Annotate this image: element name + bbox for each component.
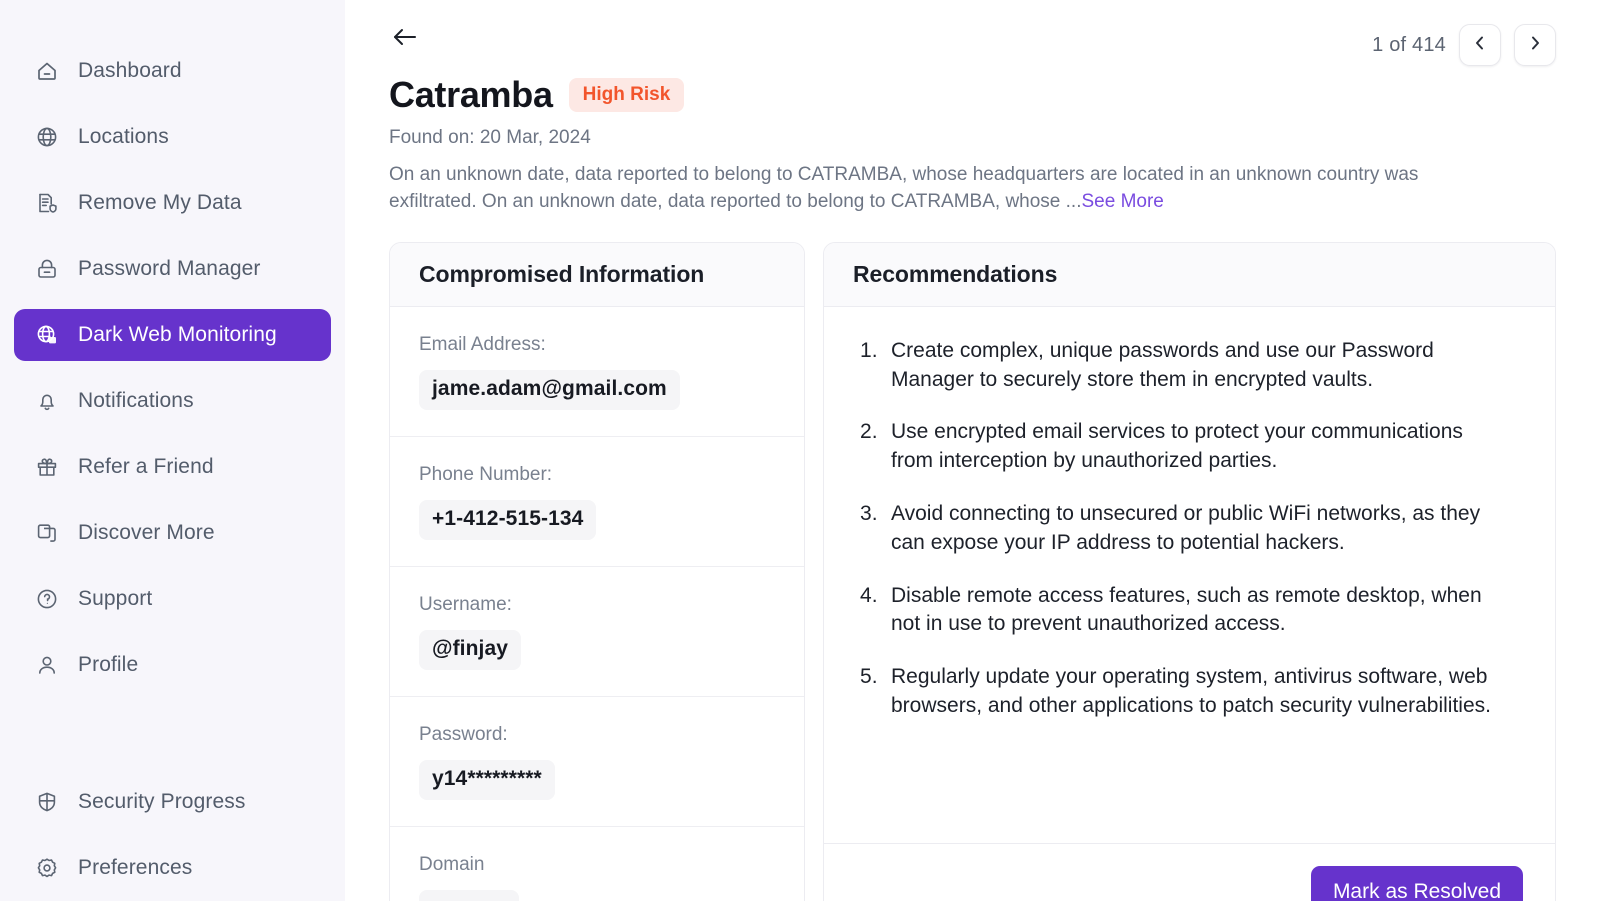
user-icon: [34, 652, 60, 678]
list-item: Email Address: jame.adam@gmail.com: [390, 307, 804, 437]
lock-icon: [34, 256, 60, 282]
list-item: Avoid connecting to unsecured or public …: [854, 500, 1494, 558]
copy-icon: [34, 520, 60, 546]
help-circle-icon: [34, 586, 60, 612]
sidebar-item-remove-my-data[interactable]: Remove My Data: [14, 177, 331, 229]
content-topbar: 1 of 414: [389, 22, 1556, 68]
sidebar-item-discover-more[interactable]: Discover More: [14, 507, 331, 559]
sidebar-spacer: [0, 698, 345, 769]
sidebar-item-locations[interactable]: Locations: [14, 111, 331, 163]
recommendations-body: Create complex, unique passwords and use…: [824, 307, 1555, 843]
list-item: Domain: [390, 827, 804, 901]
sidebar-primary-nav: Dashboard Locations: [0, 38, 345, 698]
sidebar-item-dark-web-monitoring[interactable]: Dark Web Monitoring: [14, 309, 331, 361]
list-item: Use encrypted email services to protect …: [854, 418, 1494, 476]
bell-icon: [34, 388, 60, 414]
detail-panels: Compromised Information Email Address: j…: [389, 242, 1556, 901]
home-icon: [34, 58, 60, 84]
list-item: Password: y14*********: [390, 697, 804, 827]
pagination: 1 of 414: [1372, 22, 1556, 66]
sidebar-item-password-manager[interactable]: Password Manager: [14, 243, 331, 295]
panel-title: Compromised Information: [419, 261, 704, 288]
sidebar-item-dashboard[interactable]: Dashboard: [14, 45, 331, 97]
sidebar-item-preferences[interactable]: Preferences: [14, 842, 331, 894]
sidebar-item-notifications[interactable]: Notifications: [14, 375, 331, 427]
recommendations-footer: Mark as Resolved: [824, 843, 1555, 901]
field-label: Password:: [419, 724, 775, 746]
field-label: Username:: [419, 594, 775, 616]
breach-description-text: On an unknown date, data reported to bel…: [389, 164, 1418, 212]
field-value[interactable]: [419, 890, 519, 901]
mark-as-resolved-button[interactable]: Mark as Resolved: [1311, 866, 1523, 901]
found-on-date: Found on: 20 Mar, 2024: [389, 127, 1556, 149]
pagination-count: 1 of 414: [1372, 34, 1446, 57]
back-button[interactable]: [389, 22, 427, 56]
sidebar-item-profile[interactable]: Profile: [14, 639, 331, 691]
sidebar-secondary-nav: Security Progress Preferences: [0, 769, 345, 901]
breach-title-row: Catramba High Risk: [389, 74, 1556, 116]
sidebar-item-refer-a-friend[interactable]: Refer a Friend: [14, 441, 331, 493]
sidebar-item-label: Preferences: [78, 856, 192, 880]
globe-icon: [34, 124, 60, 150]
panel-header: Compromised Information: [390, 243, 804, 307]
field-label: Domain: [419, 854, 775, 876]
chevron-right-icon: [1527, 35, 1543, 56]
sidebar-item-label: Security Progress: [78, 790, 245, 814]
field-value[interactable]: jame.adam@gmail.com: [419, 370, 680, 410]
list-item: Username: @finjay: [390, 567, 804, 697]
panel-title: Recommendations: [853, 261, 1057, 288]
field-value[interactable]: @finjay: [419, 630, 521, 670]
file-shield-icon: [34, 190, 60, 216]
sidebar-item-label: Profile: [78, 653, 138, 677]
sidebar-item-support[interactable]: Support: [14, 573, 331, 625]
pagination-next-button[interactable]: [1514, 24, 1556, 66]
list-item: Regularly update your operating system, …: [854, 663, 1494, 721]
recommendations-list: Create complex, unique passwords and use…: [824, 307, 1555, 721]
sidebar-item-label: Notifications: [78, 389, 194, 413]
sidebar-item-label: Dark Web Monitoring: [78, 323, 277, 347]
dark-web-icon: [34, 322, 60, 348]
breach-description: On an unknown date, data reported to bel…: [389, 162, 1481, 216]
field-label: Email Address:: [419, 334, 775, 356]
list-item: Disable remote access features, such as …: [854, 582, 1494, 640]
chevron-left-icon: [1472, 35, 1488, 56]
recommendations-panel: Recommendations Create complex, unique p…: [823, 242, 1556, 901]
field-value[interactable]: +1-412-515-134: [419, 500, 596, 540]
gear-icon: [34, 855, 60, 881]
panel-header: Recommendations: [824, 243, 1555, 307]
sidebar-item-label: Password Manager: [78, 257, 261, 281]
pagination-prev-button[interactable]: [1459, 24, 1501, 66]
field-label: Phone Number:: [419, 464, 775, 486]
list-item: Phone Number: +1-412-515-134: [390, 437, 804, 567]
app-root: Dashboard Locations: [0, 0, 1600, 901]
field-value[interactable]: y14*********: [419, 760, 555, 800]
sidebar: Dashboard Locations: [0, 0, 345, 901]
gift-icon: [34, 454, 60, 480]
list-item: Create complex, unique passwords and use…: [854, 337, 1494, 395]
sidebar-item-label: Remove My Data: [78, 191, 242, 215]
compromised-rows: Email Address: jame.adam@gmail.com Phone…: [390, 307, 804, 901]
page-title: Catramba: [389, 74, 553, 116]
sidebar-item-security-progress[interactable]: Security Progress: [14, 776, 331, 828]
sidebar-item-label: Refer a Friend: [78, 455, 214, 479]
sidebar-item-label: Support: [78, 587, 152, 611]
main-content: 1 of 414 Catra: [345, 0, 1600, 901]
arrow-left-icon: [389, 25, 421, 54]
status-badge: High Risk: [569, 78, 685, 112]
compromised-information-panel: Compromised Information Email Address: j…: [389, 242, 805, 901]
sidebar-item-label: Locations: [78, 125, 169, 149]
shield-icon: [34, 789, 60, 815]
see-more-link[interactable]: See More: [1081, 191, 1163, 212]
sidebar-item-label: Dashboard: [78, 59, 182, 83]
sidebar-item-label: Discover More: [78, 521, 215, 545]
